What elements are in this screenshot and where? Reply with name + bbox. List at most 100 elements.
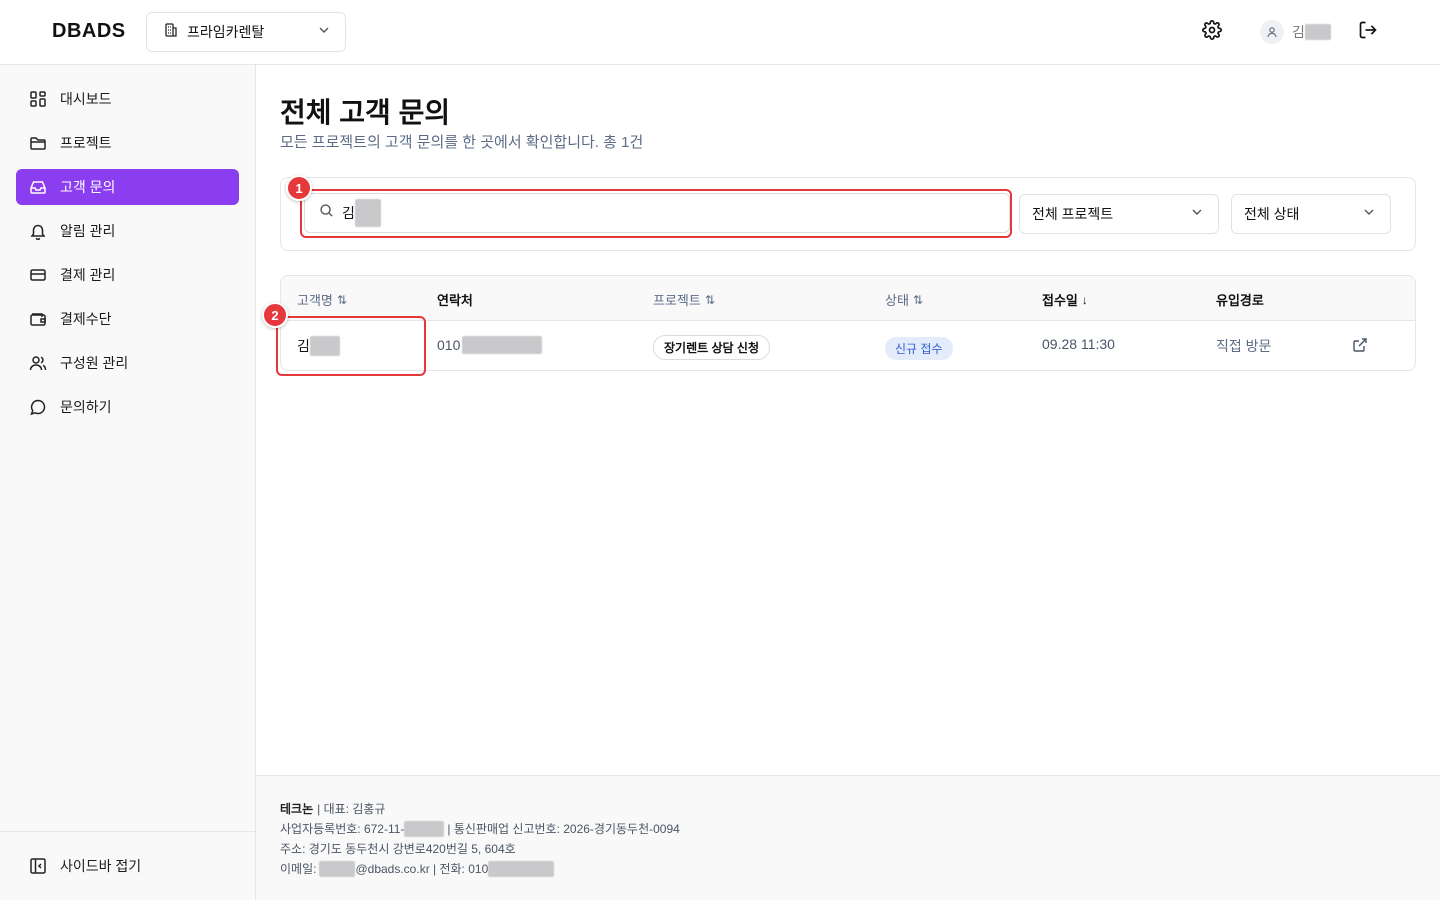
status-filter-select[interactable]: 전체 상태 (1231, 194, 1391, 234)
highlight-box-search (300, 189, 1012, 238)
cell-contact: 010 (437, 336, 543, 354)
status-badge: 신규 접수 (885, 337, 953, 360)
highlight-box-customer-name (276, 316, 426, 376)
cell-project: 장기렌트 상담 신청 (653, 335, 770, 360)
gear-icon (1202, 19, 1222, 45)
main-content: 전체 고객 문의 모든 프로젝트의 고객 문의를 한 곳에서 확인합니다. 총 … (256, 65, 1440, 775)
page-footer: 테크논 | 대표: 김홍규 사업자등록번호: 672-11- | 통신판매업 신… (256, 775, 1440, 900)
app-logo[interactable]: DBADS (52, 20, 126, 43)
contact-text: 010 (437, 337, 461, 353)
redacted-text (488, 860, 555, 877)
footer-email-suffix: @dbads.co.kr | 전화: 010 (355, 862, 489, 876)
logout-icon (1358, 20, 1378, 45)
sidebar-item-notifications[interactable]: 알림 관리 (16, 213, 239, 249)
footer-contact-line: 이메일: @dbads.co.kr | 전화: 010 (280, 860, 555, 877)
external-link-icon (1352, 337, 1368, 356)
sidebar-footer: 사이드바 접기 (0, 831, 255, 900)
column-header-label: 프로젝트 (653, 293, 701, 308)
column-header-label: 연락처 (437, 293, 473, 308)
open-external-button[interactable] (1352, 337, 1368, 356)
logout-button[interactable] (1356, 20, 1380, 44)
user-icon (1267, 27, 1277, 38)
company-select-value: 프라임카렌탈 (187, 24, 265, 40)
sidebar-item-label: 프로젝트 (60, 135, 112, 151)
sidebar-collapse-icon (28, 856, 48, 876)
bell-icon (28, 221, 48, 241)
step-marker-1: 1 (286, 175, 312, 201)
column-header-status[interactable]: 상태 ⇅ (885, 290, 923, 309)
sidebar-item-contact[interactable]: 문의하기 (16, 389, 239, 425)
footer-address: 주소: 경기도 동두천시 강변로420번길 5, 604호 (280, 842, 516, 856)
sort-icon: ⇅ (704, 292, 715, 307)
sort-icon: ⇅ (912, 292, 923, 307)
top-bar: DBADS 프라임카렌탈 김 (0, 0, 1440, 65)
column-header-date[interactable]: 접수일 ↓ (1042, 290, 1088, 309)
footer-biz-suffix: | 통신판매업 신고번호: 2026-경기동두천-0094 (447, 822, 680, 836)
column-header-label: 접수일 (1042, 293, 1078, 308)
redacted-text (404, 820, 445, 837)
inquiries-table: 고객명 ⇅ 연락처 프로젝트 ⇅ 상태 ⇅ 접수일 ↓ 유입경로 김 010 장… (280, 275, 1416, 371)
project-filter-value: 전체 프로젝트 (1032, 206, 1114, 222)
sort-icon: ⇅ (336, 292, 347, 307)
building-icon (163, 22, 179, 43)
sidebar-item-label: 문의하기 (60, 399, 112, 415)
sidebar-item-projects[interactable]: 프로젝트 (16, 125, 239, 161)
footer-biz-prefix: 사업자등록번호: 672-11- (280, 822, 405, 836)
chevron-down-icon (317, 23, 331, 42)
table-row[interactable]: 김 010 장기렌트 상담 신청 신규 접수 09.28 11:30 직접 방문 (281, 321, 1415, 370)
sidebar-item-label: 대시보드 (60, 91, 112, 107)
sidebar-item-label: 결제수단 (60, 311, 112, 327)
footer-biz-line: 사업자등록번호: 672-11- | 통신판매업 신고번호: 2026-경기동두… (280, 820, 680, 837)
footer-company: 테크논 (280, 802, 314, 816)
sidebar-item-members[interactable]: 구성원 관리 (16, 345, 239, 381)
footer-email-prefix: 이메일: (280, 862, 317, 876)
project-filter-select[interactable]: 전체 프로젝트 (1019, 194, 1219, 234)
sidebar-item-label: 고객 문의 (60, 179, 116, 195)
sidebar-item-label: 결제 관리 (60, 267, 116, 283)
column-header-contact: 연락처 (437, 290, 473, 309)
sidebar-item-label: 구성원 관리 (60, 355, 129, 371)
page-title: 전체 고객 문의 (280, 97, 451, 128)
sidebar-item-payments[interactable]: 결제 관리 (16, 257, 239, 293)
credit-card-icon (28, 265, 48, 285)
sidebar-collapse-label: 사이드바 접기 (60, 858, 142, 874)
chevron-down-icon (1362, 205, 1376, 224)
column-header-label: 고객명 (297, 293, 333, 308)
sidebar-item-payment-methods[interactable]: 결제수단 (16, 301, 239, 337)
user-menu[interactable]: 김 (1260, 20, 1331, 44)
column-header-label: 상태 (885, 293, 909, 308)
inbox-icon (28, 177, 48, 197)
chevron-down-icon (1190, 205, 1204, 224)
cell-date: 09.28 11:30 (1042, 336, 1115, 352)
users-icon (28, 353, 48, 373)
column-header-source: 유입경로 (1216, 290, 1264, 309)
cell-source: 직접 방문 (1216, 338, 1272, 354)
sidebar-item-label: 알림 관리 (60, 223, 116, 239)
user-name: 김 (1292, 24, 1305, 40)
table-header: 고객명 ⇅ 연락처 프로젝트 ⇅ 상태 ⇅ 접수일 ↓ 유입경로 (281, 276, 1415, 321)
column-header-project[interactable]: 프로젝트 ⇅ (653, 290, 715, 309)
wallet-icon (28, 309, 48, 329)
footer-rep: | 대표: 김홍규 (317, 802, 386, 816)
cell-status: 신규 접수 (885, 337, 953, 360)
status-filter-value: 전체 상태 (1244, 206, 1300, 222)
settings-button[interactable] (1200, 19, 1224, 45)
step-marker-2: 2 (262, 302, 288, 328)
company-select[interactable]: 프라임카렌탈 (146, 12, 346, 52)
page-subtitle: 모든 프로젝트의 고객 문의를 한 곳에서 확인합니다. 총 1건 (280, 134, 644, 151)
column-header-name[interactable]: 고객명 ⇅ (297, 290, 347, 309)
redacted-text (462, 336, 543, 354)
column-header-label: 유입경로 (1216, 293, 1264, 308)
arrow-down-icon: ↓ (1081, 292, 1088, 307)
sidebar-item-dashboard[interactable]: 대시보드 (16, 81, 239, 117)
avatar (1260, 20, 1284, 44)
sidebar: 대시보드 프로젝트 고객 문의 알림 관리 결제 관리 결제수단 구성원 관리 … (0, 65, 256, 900)
redacted-text (319, 860, 356, 877)
folder-icon (28, 133, 48, 153)
redacted-text (1304, 24, 1331, 40)
chat-bubble-icon (28, 397, 48, 417)
dashboard-icon (28, 89, 48, 109)
sidebar-item-inquiries[interactable]: 고객 문의 (16, 169, 239, 205)
project-chip: 장기렌트 상담 신청 (653, 335, 770, 360)
sidebar-collapse-button[interactable]: 사이드바 접기 (16, 848, 239, 884)
